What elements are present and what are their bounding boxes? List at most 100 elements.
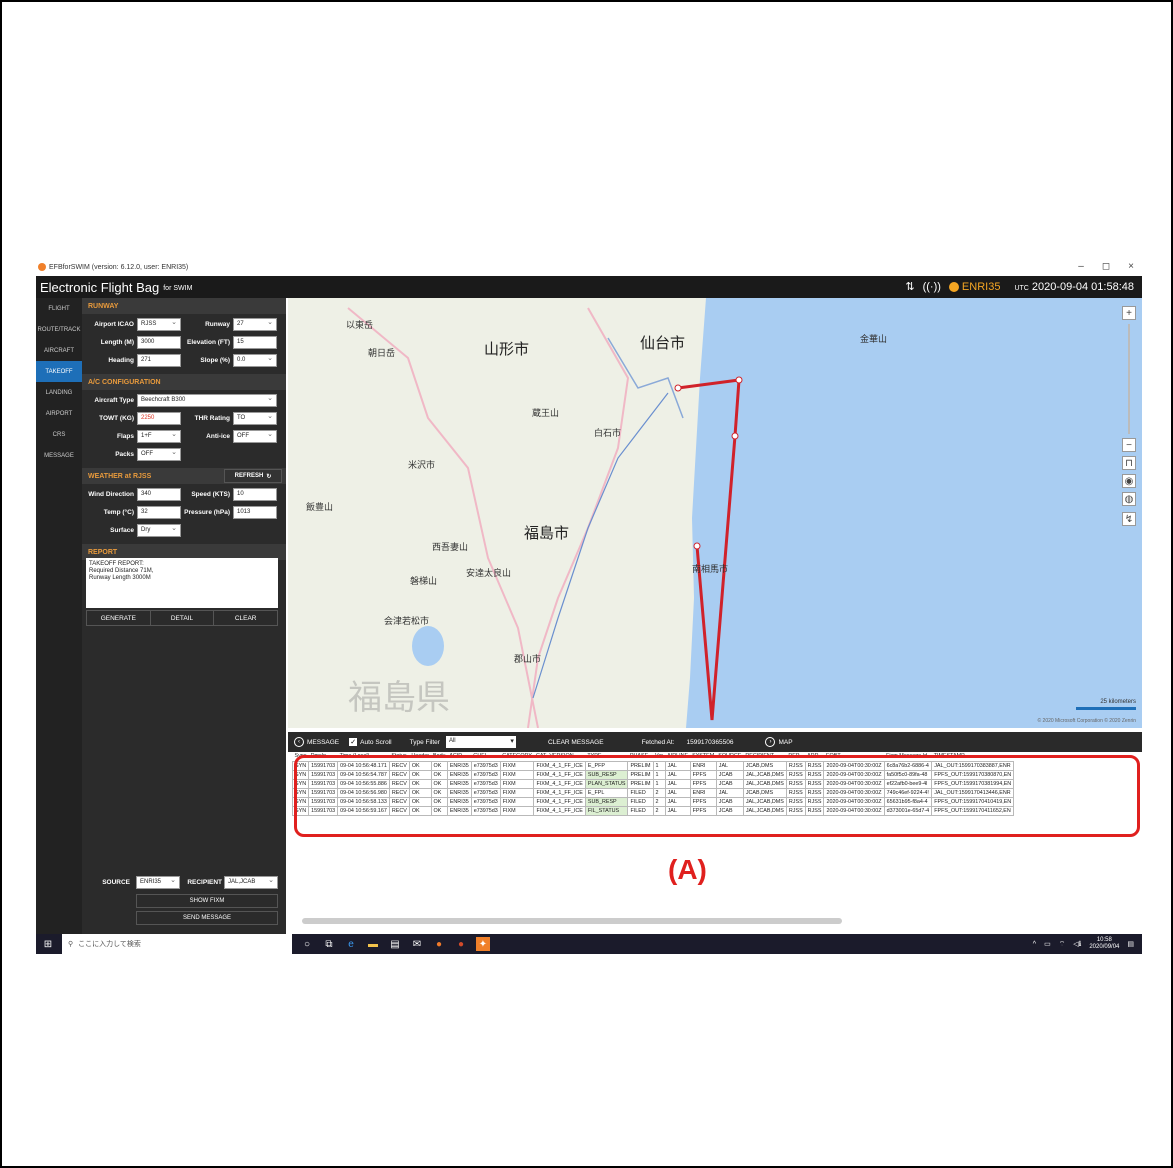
surface-select[interactable]: Dry bbox=[137, 524, 181, 537]
minimize-button[interactable]: – bbox=[1078, 261, 1084, 272]
search-icon: ⚲ bbox=[68, 941, 74, 948]
nav-message[interactable]: MESSAGE bbox=[36, 445, 82, 466]
airport-icao-select[interactable]: RJSS bbox=[137, 318, 181, 331]
nav-aircraft[interactable]: AIRCRAFT bbox=[36, 340, 82, 361]
map-canvas bbox=[347, 298, 1142, 728]
elevation-input[interactable]: 15 bbox=[233, 336, 277, 349]
user-menu[interactable]: ENRI35 bbox=[948, 281, 1000, 293]
tray-clock[interactable]: 10:58 2020/09/04 bbox=[1089, 937, 1119, 951]
flaps-select[interactable]: 1+F bbox=[137, 430, 181, 443]
map-scale: 25 kilometers bbox=[1076, 699, 1136, 710]
utc-label: UTC bbox=[1014, 284, 1029, 292]
notification-icon[interactable]: ▤ bbox=[1127, 940, 1134, 948]
task-view-icon[interactable]: ⧉ bbox=[322, 937, 336, 951]
map-controls: + − ⊓ ◉ ◍ ↯ bbox=[1122, 306, 1138, 530]
utc-clock: UTC 2020-09-04 01:58:48 bbox=[1014, 281, 1134, 293]
source-select[interactable]: ENRI35 bbox=[136, 876, 180, 889]
packs-select[interactable]: OFF bbox=[137, 448, 181, 461]
edge-icon[interactable]: e bbox=[344, 937, 358, 951]
map-toggle-icon[interactable]: › bbox=[765, 737, 776, 747]
heading-input[interactable]: 271 bbox=[137, 354, 181, 367]
heading-label: Heading bbox=[108, 357, 134, 364]
recipient-select[interactable]: JAL,JCAB bbox=[224, 876, 278, 889]
sort-icon[interactable]: ⇅ bbox=[905, 280, 914, 293]
slope-select[interactable]: 0.0 bbox=[233, 354, 277, 367]
clear-button[interactable]: CLEAR bbox=[214, 611, 277, 625]
map-label: 白石市 bbox=[594, 428, 622, 438]
map-style-icon[interactable]: ⊓ bbox=[1122, 456, 1136, 470]
map-label: 磐梯山 bbox=[410, 576, 438, 586]
surface-label: Surface bbox=[110, 527, 134, 534]
signal-icon[interactable]: ((·)) bbox=[923, 281, 941, 293]
report-textarea[interactable]: TAKEOFF REPORT: Required Distance 71M, R… bbox=[86, 558, 278, 608]
collapse-left-icon[interactable]: ‹ bbox=[294, 737, 304, 747]
cortana-icon[interactable]: ○ bbox=[300, 937, 314, 951]
detail-button[interactable]: DETAIL bbox=[151, 611, 215, 625]
zoom-out-button[interactable]: − bbox=[1122, 438, 1136, 452]
weather-section: WEATHER at RJSS REFRESH ↻ bbox=[82, 468, 286, 484]
wind-direction-input[interactable]: 340 bbox=[137, 488, 181, 501]
tray-date: 2020/09/04 bbox=[1089, 944, 1120, 950]
mail-icon[interactable]: ✉ bbox=[410, 937, 424, 951]
nav-takeoff[interactable]: TAKEOFF bbox=[36, 361, 82, 382]
report-buttons: GENERATE DETAIL CLEAR bbox=[86, 610, 278, 626]
powerpoint-icon[interactable]: ● bbox=[454, 937, 468, 951]
towt-input[interactable]: 2250 bbox=[137, 412, 181, 425]
map-label: 山形市 bbox=[484, 341, 530, 358]
temp-label: Temp (°C) bbox=[103, 509, 134, 516]
thr-rating-label: THR Rating bbox=[194, 415, 230, 422]
temp-input[interactable]: 32 bbox=[137, 506, 181, 519]
horizontal-scrollbar[interactable] bbox=[302, 918, 842, 924]
refresh-button[interactable]: REFRESH ↻ bbox=[224, 469, 282, 483]
map-view[interactable]: 以東岳 朝日岳 山形市 仙台市 金華山 蔵王山 白石市 米沢市 飯豊山 福島市 … bbox=[288, 298, 1142, 728]
map-toggle-label[interactable]: MAP bbox=[778, 739, 792, 746]
pressure-input[interactable]: 1013 bbox=[233, 506, 277, 519]
close-button[interactable]: × bbox=[1128, 261, 1134, 272]
aircraft-type-select[interactable]: Beechcraft B300 bbox=[137, 394, 277, 407]
nav-airport[interactable]: AIRPORT bbox=[36, 403, 82, 424]
map-label: 西吾妻山 bbox=[432, 542, 469, 552]
waypoint[interactable] bbox=[731, 432, 739, 440]
zoom-slider[interactable] bbox=[1128, 324, 1130, 434]
runway-select[interactable]: 27 bbox=[233, 318, 277, 331]
scale-bar bbox=[1076, 707, 1136, 710]
send-message-button[interactable]: SEND MESSAGE bbox=[136, 911, 278, 925]
generate-button[interactable]: GENERATE bbox=[87, 611, 151, 625]
show-fixm-button[interactable]: SHOW FIXM bbox=[136, 894, 278, 908]
clear-message-button[interactable]: CLEAR MESSAGE bbox=[542, 739, 610, 746]
windows-start-icon[interactable]: ⊞ bbox=[40, 939, 56, 950]
firefox-icon[interactable]: ● bbox=[432, 937, 446, 951]
speed-input[interactable]: 10 bbox=[233, 488, 277, 501]
locate-icon[interactable]: ◉ bbox=[1122, 474, 1136, 488]
nav-route-track[interactable]: ROUTE/TRACK bbox=[36, 319, 82, 340]
store-icon[interactable]: ▤ bbox=[388, 937, 402, 951]
network-icon[interactable]: ⌔ bbox=[1059, 940, 1066, 949]
type-filter-label: Type Filter bbox=[409, 738, 440, 746]
waypoint[interactable] bbox=[735, 376, 743, 384]
thr-rating-select[interactable]: TO bbox=[233, 412, 277, 425]
anti-ice-select[interactable]: OFF bbox=[233, 430, 277, 443]
nav-crs[interactable]: CRS bbox=[36, 424, 82, 445]
volume-icon[interactable]: ◁ℹ bbox=[1073, 940, 1081, 948]
taskbar-search[interactable]: ⚲ ここに入力して検索 bbox=[62, 934, 292, 954]
measure-icon[interactable]: ↯ bbox=[1122, 512, 1136, 526]
nav-landing[interactable]: LANDING bbox=[36, 382, 82, 403]
tray-chevron-icon[interactable]: ^ bbox=[1033, 941, 1036, 948]
waypoint[interactable] bbox=[674, 384, 682, 392]
lake bbox=[412, 626, 444, 666]
globe-icon[interactable]: ◍ bbox=[1122, 492, 1136, 506]
file-explorer-icon[interactable]: ▬ bbox=[366, 937, 380, 951]
nav-flight[interactable]: FLIGHT bbox=[36, 298, 82, 319]
maximize-button[interactable]: ◻ bbox=[1102, 261, 1110, 272]
auto-scroll-checkbox[interactable]: ✓ bbox=[349, 738, 358, 746]
length-input[interactable]: 3000 bbox=[137, 336, 181, 349]
aircraft-type-label: Aircraft Type bbox=[94, 397, 134, 404]
type-filter-select[interactable]: All bbox=[445, 736, 516, 748]
takeoff-panel: RUNWAY Airport ICAO RJSS Runway 27 Lengt… bbox=[82, 298, 286, 934]
efb-app-icon[interactable]: ✦ bbox=[476, 937, 490, 951]
utc-datetime: 2020-09-04 01:58:48 bbox=[1031, 280, 1134, 293]
length-label: Length (M) bbox=[100, 339, 134, 346]
zoom-in-button[interactable]: + bbox=[1122, 306, 1136, 320]
battery-icon[interactable]: ▭ bbox=[1044, 940, 1051, 948]
waypoint[interactable] bbox=[693, 542, 701, 550]
